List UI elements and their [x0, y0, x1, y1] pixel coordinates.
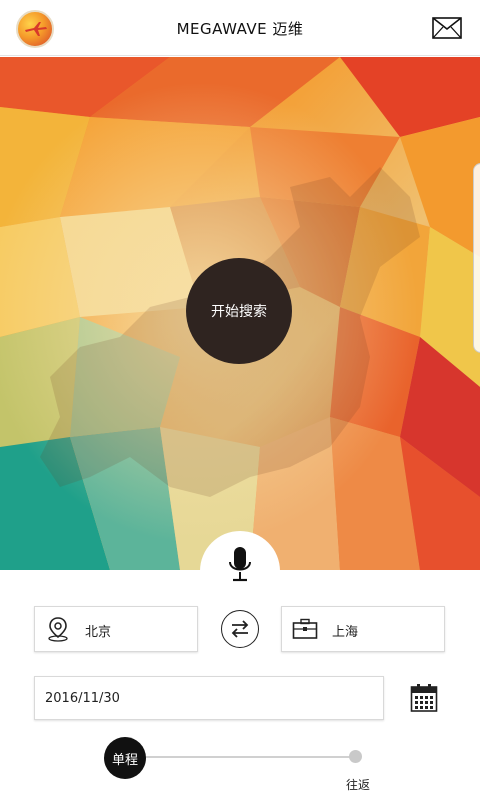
swap-cities-button[interactable]: [221, 610, 259, 648]
round-trip-toggle[interactable]: [349, 750, 362, 763]
app-header: MEGAWAVE 迈维: [0, 0, 480, 56]
side-drawer-handle[interactable]: [473, 163, 480, 353]
round-trip-label[interactable]: 往返: [346, 776, 370, 793]
start-search-button[interactable]: 开始搜索: [186, 258, 292, 364]
departure-date-value: 2016/11/30: [45, 691, 120, 706]
departure-date-field[interactable]: 2016/11/30: [34, 676, 384, 720]
departure-city-field[interactable]: 北京: [34, 606, 198, 652]
arrival-city-value: 上海: [332, 625, 359, 640]
app-title: MEGAWAVE 迈维: [176, 20, 304, 38]
calendar-icon[interactable]: [410, 683, 438, 713]
one-way-toggle[interactable]: 单程: [104, 737, 146, 779]
arrival-city-field[interactable]: 上海: [281, 606, 445, 652]
location-pin-icon: [48, 617, 68, 642]
briefcase-icon: [292, 618, 318, 639]
trip-type-track[interactable]: [126, 756, 356, 758]
mail-icon[interactable]: [432, 17, 462, 39]
swap-arrows-icon: [231, 620, 249, 638]
departure-city-value: 北京: [85, 625, 112, 640]
microphone-icon[interactable]: [228, 546, 252, 584]
